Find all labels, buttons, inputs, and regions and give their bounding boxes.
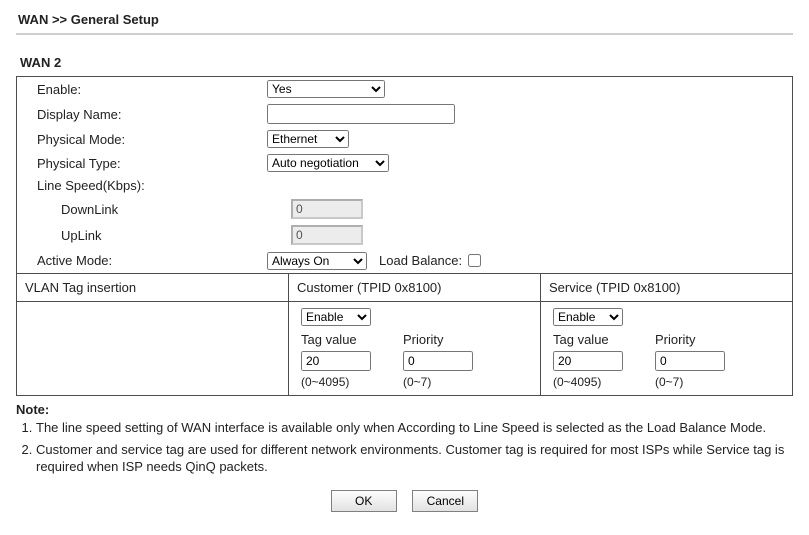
vlan-customer-enable-select[interactable]: Enable (301, 308, 371, 326)
active-mode-label: Active Mode: (27, 253, 267, 268)
ok-button[interactable]: OK (331, 490, 397, 512)
vlan-empty-cell (17, 302, 289, 396)
vlan-customer-prio-label: Priority (403, 332, 483, 347)
note-item-1: The line speed setting of WAN interface … (36, 419, 793, 437)
enable-label: Enable: (27, 82, 267, 97)
vlan-service-header: Service (TPID 0x8100) (541, 274, 793, 302)
cancel-button[interactable]: Cancel (412, 490, 478, 512)
load-balance-checkbox[interactable] (468, 254, 481, 267)
vlan-row-label: VLAN Tag insertion (17, 274, 289, 302)
note-title: Note: (16, 402, 793, 417)
downlink-input (291, 199, 363, 219)
physical-type-label: Physical Type: (27, 156, 267, 171)
uplink-input (291, 225, 363, 245)
note-item-2: Customer and service tag are used for di… (36, 441, 793, 476)
section-title: WAN 2 (20, 55, 793, 70)
physical-mode-select[interactable]: Ethernet (267, 130, 349, 148)
settings-table: Enable: Yes Display Name: Physical Mode:… (16, 76, 793, 396)
vlan-customer-prio-range: (0~7) (403, 375, 483, 389)
vlan-service-tag-input[interactable] (553, 351, 623, 371)
page-title: WAN >> General Setup (18, 12, 793, 27)
vlan-service-tag-range: (0~4095) (553, 375, 633, 389)
physical-type-select[interactable]: Auto negotiation (267, 154, 389, 172)
vlan-customer-tag-input[interactable] (301, 351, 371, 371)
downlink-label: DownLink (27, 202, 291, 217)
vlan-customer-tag-label: Tag value (301, 332, 381, 347)
vlan-service-prio-input[interactable] (655, 351, 725, 371)
line-speed-label: Line Speed(Kbps): (27, 178, 267, 193)
display-name-input[interactable] (267, 104, 455, 124)
vlan-customer-tag-range: (0~4095) (301, 375, 381, 389)
notes-list: The line speed setting of WAN interface … (16, 419, 793, 476)
vlan-customer-prio-input[interactable] (403, 351, 473, 371)
active-mode-select[interactable]: Always On (267, 252, 367, 270)
vlan-service-enable-select[interactable]: Enable (553, 308, 623, 326)
uplink-label: UpLink (27, 228, 291, 243)
enable-select[interactable]: Yes (267, 80, 385, 98)
load-balance-label: Load Balance: (379, 253, 462, 268)
display-name-label: Display Name: (27, 107, 267, 122)
physical-mode-label: Physical Mode: (27, 132, 267, 147)
vlan-service-prio-label: Priority (655, 332, 735, 347)
vlan-customer-header: Customer (TPID 0x8100) (289, 274, 541, 302)
divider (16, 33, 793, 35)
vlan-service-tag-label: Tag value (553, 332, 633, 347)
vlan-service-prio-range: (0~7) (655, 375, 735, 389)
